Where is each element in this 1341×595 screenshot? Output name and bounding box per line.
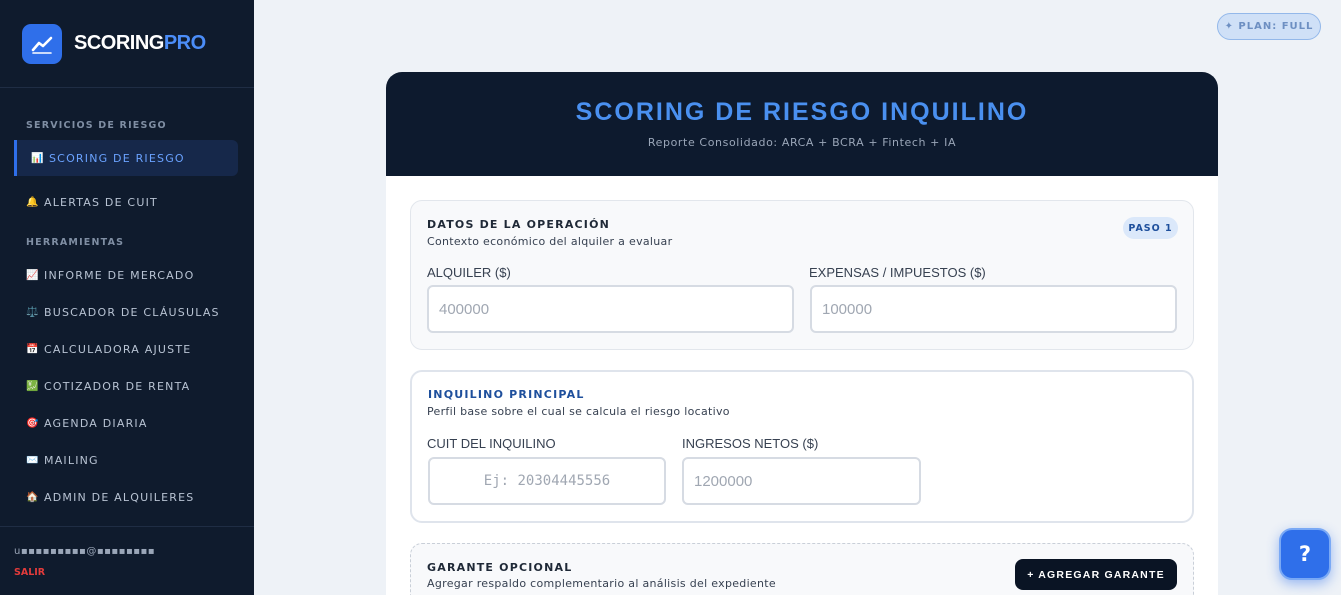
sidebar-item-mailing[interactable]: ✉️ MAILING	[0, 442, 254, 478]
cuit-label: CUIT DEL INQUILINO	[427, 436, 556, 451]
card-header: SCORING DE RIESGO INQUILINO Reporte Cons…	[386, 72, 1218, 176]
guarantor-panel: GARANTE OPCIONAL Agregar respaldo comple…	[410, 543, 1194, 595]
sidebar-item-label: ADMIN DE ALQUILERES	[44, 490, 195, 504]
add-guarantor-button[interactable]: + AGREGAR GARANTE	[1015, 559, 1177, 590]
sidebar-item-label: AGENDA DIARIA	[44, 416, 148, 430]
operation-panel: DATOS DE LA OPERACIÓN Contexto económico…	[410, 200, 1194, 350]
chart-icon: 📊	[31, 152, 45, 164]
tenant-title: INQUILINO PRINCIPAL	[428, 388, 585, 401]
income-input[interactable]	[682, 457, 921, 505]
chart-up-icon: 💹	[26, 380, 40, 392]
bell-icon: 🔔	[26, 196, 40, 208]
target-icon: 🎯	[26, 417, 40, 429]
sidebar-item-adjust-calculator[interactable]: 📅 CALCULADORA AJUSTE	[0, 331, 254, 367]
guarantor-description: Agregar respaldo complementario al análi…	[427, 577, 776, 590]
tenant-panel: INQUILINO PRINCIPAL Perfil base sobre el…	[410, 370, 1194, 523]
expenses-input[interactable]	[810, 285, 1177, 333]
page-subtitle: Reporte Consolidado: ARCA + BCRA + Finte…	[647, 136, 957, 149]
scales-icon: ⚖️	[26, 306, 40, 318]
trend-line-icon	[22, 23, 62, 64]
brand-name: SCORINGPRO	[74, 32, 206, 55]
sidebar-item-clause-search[interactable]: ⚖️ BUSCADOR DE CLÁUSULAS	[0, 294, 254, 330]
cuit-input[interactable]	[428, 457, 666, 505]
brand-name-part1: SCORING	[74, 32, 164, 54]
envelope-icon: ✉️	[26, 454, 40, 466]
income-label: INGRESOS NETOS ($)	[682, 436, 819, 451]
page-title: SCORING DE RIESGO INQUILINO	[575, 98, 1029, 126]
sidebar-item-daily-agenda[interactable]: 🎯 AGENDA DIARIA	[0, 405, 254, 441]
sidebar: SCORINGPRO SERVICIOS DE RIESGO 📊 SCORING…	[0, 0, 254, 595]
user-email: u▪▪▪▪▪▪▪▪▪@▪▪▪▪▪▪▪▪	[14, 546, 156, 557]
guarantor-title: GARANTE OPCIONAL	[427, 561, 573, 574]
expenses-label: EXPENSAS / IMPUESTOS ($)	[809, 265, 986, 280]
plan-badge[interactable]: ✦ PLAN: FULL	[1217, 13, 1321, 40]
sidebar-item-label: MAILING	[44, 453, 99, 467]
brand-name-part2: PRO	[163, 32, 206, 54]
scoring-card: SCORING DE RIESGO INQUILINO Reporte Cons…	[386, 72, 1218, 595]
logout-link[interactable]: SALIR	[14, 567, 254, 578]
sidebar-item-scoring[interactable]: 📊 SCORING DE RIESGO	[14, 140, 238, 176]
sidebar-item-label: SCORING DE RIESGO	[49, 151, 185, 165]
tenant-description: Perfil base sobre el cual se calcula el …	[427, 405, 730, 418]
sidebar-item-label: BUSCADOR DE CLÁUSULAS	[44, 305, 220, 319]
calendar-icon: 📅	[26, 343, 40, 355]
operation-title: DATOS DE LA OPERACIÓN	[427, 218, 611, 231]
sidebar-item-label: ALERTAS DE CUIT	[44, 195, 158, 209]
house-icon: 🏠	[26, 491, 40, 503]
section-title-tools: HERRAMIENTAS	[26, 237, 125, 248]
operation-description: Contexto económico del alquiler a evalua…	[427, 235, 673, 248]
brand[interactable]: SCORINGPRO	[0, 0, 254, 88]
sidebar-item-rental-admin[interactable]: 🏠 ADMIN DE ALQUILERES	[0, 479, 254, 515]
sidebar-item-rent-quoter[interactable]: 💹 COTIZADOR DE RENTA	[0, 368, 254, 404]
help-button[interactable]: ?	[1279, 528, 1331, 580]
sidebar-footer: u▪▪▪▪▪▪▪▪▪@▪▪▪▪▪▪▪▪ SALIR	[0, 526, 254, 595]
sidebar-item-cuit-alerts[interactable]: 🔔 ALERTAS DE CUIT	[0, 184, 254, 220]
sidebar-item-label: COTIZADOR DE RENTA	[44, 379, 191, 393]
rent-input[interactable]	[427, 285, 794, 333]
section-title-services: SERVICIOS DE RIESGO	[26, 120, 167, 131]
sidebar-item-market-report[interactable]: 📈 INFORME DE MERCADO	[0, 257, 254, 293]
sidebar-item-label: CALCULADORA AJUSTE	[44, 342, 192, 356]
step-badge: PASO 1	[1123, 217, 1178, 239]
trend-icon: 📈	[26, 269, 40, 281]
rent-label: ALQUILER ($)	[427, 265, 511, 280]
sidebar-item-label: INFORME DE MERCADO	[44, 268, 195, 282]
